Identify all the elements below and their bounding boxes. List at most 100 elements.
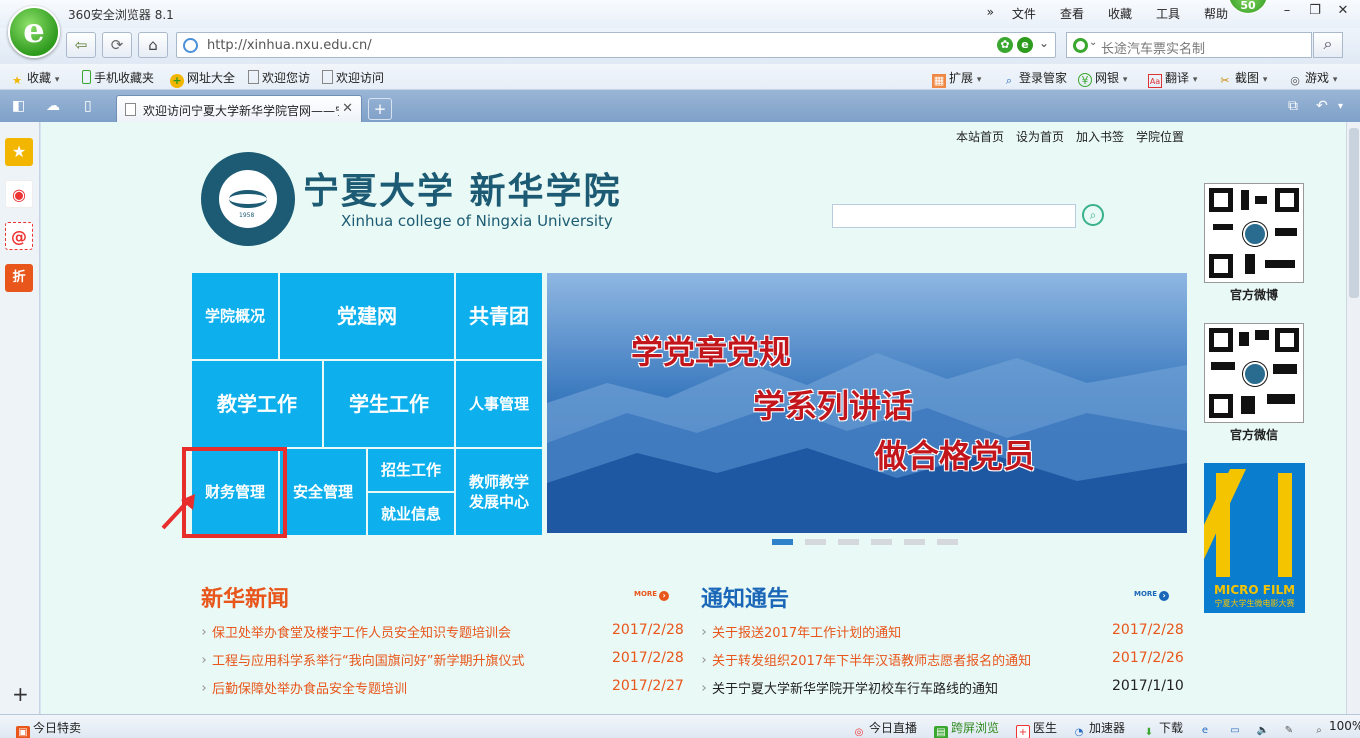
phone-icon[interactable]: ▯ (84, 98, 92, 114)
sidebar-toggle-icon[interactable]: ◧ (12, 98, 25, 114)
menu-view[interactable]: 查看 (1048, 5, 1096, 22)
browser-logo-icon[interactable]: e (8, 6, 60, 58)
tile-employment[interactable]: 就业信息 (368, 493, 454, 535)
menu-file[interactable]: 文件 (1000, 5, 1048, 22)
tile-college-overview[interactable]: 学院概况 (192, 273, 278, 359)
bookmark-favorites[interactable]: ★ 收藏 ▾ (10, 69, 59, 88)
status-live[interactable]: ◎ 今日直播 (852, 719, 917, 738)
news-item[interactable]: 后勤保障处举办食品安全专题培训 2017/2/27 (200, 678, 684, 697)
ie-mode-icon[interactable]: e (1198, 719, 1215, 738)
security-shield-icon[interactable]: ✿ (997, 37, 1013, 53)
carousel-dot[interactable] (904, 539, 925, 545)
add-sidebar-icon[interactable]: + (12, 682, 29, 706)
vertical-scrollbar[interactable] (1346, 122, 1360, 714)
micro-film-banner[interactable]: MICRO FILM 宁夏大学生微电影大赛 (1204, 463, 1305, 613)
tile-hr[interactable]: 人事管理 (456, 361, 542, 447)
close-icon[interactable]: ✕ (1334, 4, 1352, 20)
qr-center-logo-icon (1243, 362, 1267, 386)
window-icon[interactable]: ▭ (1228, 719, 1245, 738)
carousel-dot[interactable] (772, 539, 793, 545)
volume-icon[interactable]: 🔈 (1256, 719, 1273, 738)
home-button[interactable]: ⌂ (138, 32, 168, 58)
tile-student-affairs[interactable]: 学生工作 (324, 361, 454, 447)
carousel-dot[interactable] (805, 539, 826, 545)
tool-ebank[interactable]: ¥ 网银 ▾ (1078, 69, 1127, 87)
search-field[interactable]: ⌄ 长途汽车票实名制 (1066, 32, 1312, 58)
notice-item[interactable]: 关于转发组织2017年下半年汉语教师志愿者报名的通知 2017/2/26 (700, 650, 1184, 669)
status-download[interactable]: ⬇ 下载 (1142, 719, 1183, 738)
tool-screenshot[interactable]: ✂ 截图 ▾ (1218, 69, 1267, 88)
menu-overflow-icon[interactable]: » (981, 5, 1000, 22)
bookmark-welcome-2[interactable]: 欢迎访问 (322, 69, 384, 86)
bookmark-directory[interactable]: + 网址大全 (170, 69, 235, 88)
link-location[interactable]: 学院位置 (1136, 128, 1184, 145)
status-cross-screen[interactable]: ▤ 跨屏浏览 (934, 719, 999, 738)
refresh-button[interactable]: ⟳ (102, 32, 132, 58)
clean-icon[interactable]: ✎ (1282, 719, 1299, 738)
tab-active[interactable]: 欢迎访问宁夏大学新华学院官网——宁 ✕ (116, 95, 362, 122)
menu-favorites[interactable]: 收藏 (1096, 5, 1144, 22)
search-engine-icon[interactable] (1073, 38, 1088, 53)
tool-extensions[interactable]: ▦ 扩展 ▾ (932, 69, 981, 88)
news-more-link[interactable]: MORE › (634, 590, 670, 601)
search-engine-dropdown-icon[interactable]: ⌄ (1089, 37, 1097, 48)
minimize-icon[interactable]: – (1278, 4, 1296, 20)
link-bookmark[interactable]: 加入书签 (1076, 128, 1124, 145)
address-bar[interactable]: http://xinhua.nxu.edu.cn/ ✿ e ⌄ (176, 32, 1056, 58)
tile-security[interactable]: 安全管理 (280, 449, 366, 535)
zoom-level[interactable]: ⌕ 100% (1312, 719, 1360, 738)
carousel-dot[interactable] (838, 539, 859, 545)
arrow-right-icon: › (1159, 591, 1170, 601)
mail-at-icon[interactable]: @ (5, 222, 33, 250)
tile-teacher-development[interactable]: 教师教学 发展中心 (456, 449, 542, 535)
tab-close-icon[interactable]: ✕ (342, 101, 353, 116)
news-heading: 新华新闻 (201, 587, 290, 612)
site-info-icon[interactable] (183, 38, 198, 53)
link-set-home[interactable]: 设为首页 (1016, 128, 1064, 145)
pointer-arrow-icon (161, 494, 195, 530)
search-button[interactable]: ⌕ (1313, 32, 1343, 58)
engine-switch-icon[interactable]: e (1017, 37, 1033, 53)
menu-tools[interactable]: 工具 (1144, 5, 1192, 22)
carousel-dot[interactable] (871, 539, 892, 545)
tool-translate[interactable]: Aa 翻译 ▾ (1148, 69, 1197, 88)
tool-games[interactable]: ◎ 游戏 ▾ (1288, 69, 1337, 88)
favorites-star-icon[interactable]: ★ (5, 138, 33, 166)
bookmark-welcome-1[interactable]: 欢迎您访 (248, 69, 310, 86)
notice-item[interactable]: 关于报送2017年工作计划的通知 2017/2/28 (700, 622, 1184, 641)
more-label: MORE (1134, 590, 1158, 598)
status-accelerator[interactable]: ◔ 加速器 (1072, 719, 1125, 738)
carousel-dot[interactable] (937, 539, 958, 545)
bullet-icon (700, 629, 706, 635)
site-search-button[interactable]: ⌕ (1082, 204, 1104, 226)
tool-login-manager[interactable]: ⌕ 登录管家 (1002, 69, 1067, 88)
news-item[interactable]: 保卫处举办食堂及楼宇工作人员安全知识专题培训会 2017/2/28 (200, 622, 684, 641)
new-tab-button[interactable]: + (368, 98, 392, 120)
news-item[interactable]: 工程与应用科学系举行“我向国旗问好”新学期升旗仪式 2017/2/28 (200, 650, 684, 669)
address-dropdown-icon[interactable]: ⌄ (1039, 36, 1049, 50)
cloud-icon[interactable]: ☁ (46, 98, 60, 114)
chevron-down-icon[interactable]: ▾ (1338, 101, 1343, 112)
bookmark-mobile[interactable]: 手机收藏夹 (82, 69, 154, 86)
site-search-input[interactable] (832, 204, 1076, 228)
status-doctor[interactable]: + 医生 (1016, 719, 1057, 738)
link-home[interactable]: 本站首页 (956, 128, 1004, 145)
hero-banner[interactable]: 学党章党规 学系列讲话 做合格党员 (547, 273, 1187, 533)
status-deals[interactable]: ▣ 今日特卖 (16, 719, 81, 738)
url-text[interactable]: http://xinhua.nxu.edu.cn/ (207, 38, 372, 53)
weibo-icon[interactable]: ◉ (5, 180, 33, 208)
restore-icon[interactable]: ❐ (1306, 4, 1324, 20)
chevron-down-icon: ▾ (1262, 75, 1268, 85)
chevron-down-icon: ▾ (1192, 75, 1198, 85)
discount-icon[interactable]: 折 (5, 264, 33, 292)
tab-list-icon[interactable]: ⧉ (1288, 98, 1298, 114)
notices-more-link[interactable]: MORE › (1134, 590, 1170, 601)
tile-party-building[interactable]: 党建网 (280, 273, 454, 359)
notice-item[interactable]: 关于宁夏大学新华学院开学初校车行车路线的通知 2017/1/10 (700, 678, 1184, 697)
tile-admissions[interactable]: 招生工作 (368, 449, 454, 491)
undo-close-icon[interactable]: ↶ (1316, 98, 1328, 114)
tile-teaching[interactable]: 教学工作 (192, 361, 322, 447)
scrollbar-thumb[interactable] (1349, 128, 1359, 298)
back-button[interactable]: ⇦ (66, 32, 96, 58)
tile-youth-league[interactable]: 共青团 (456, 273, 542, 359)
